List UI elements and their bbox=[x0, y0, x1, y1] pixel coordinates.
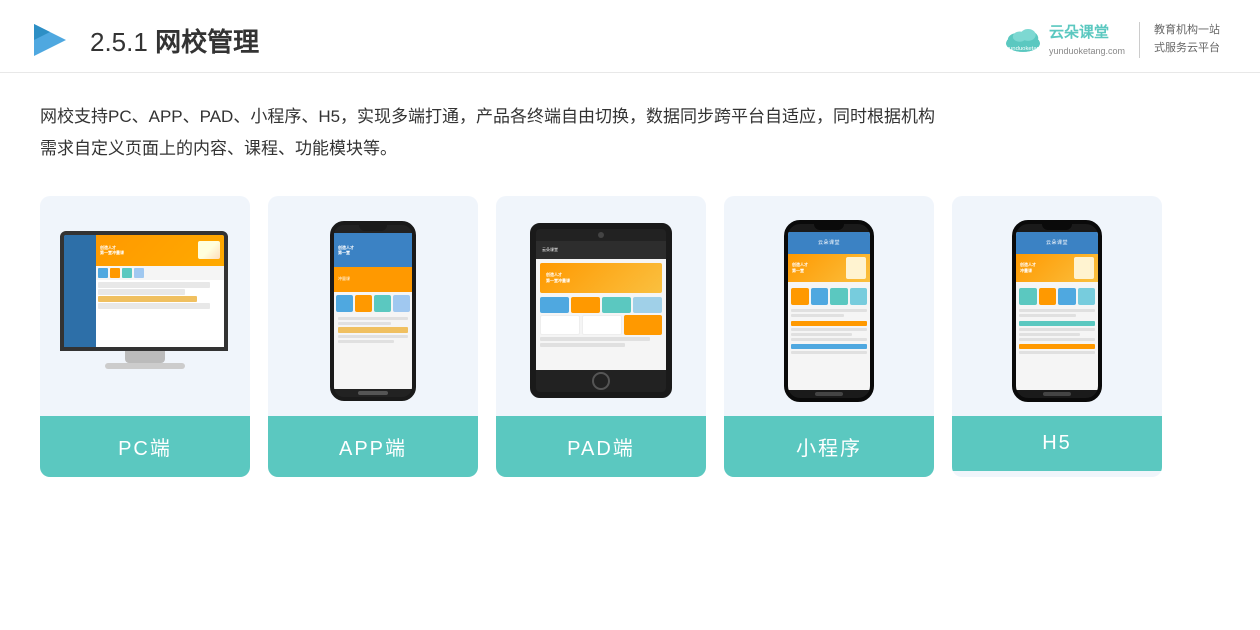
description-text: 网校支持PC、APP、PAD、小程序、H5，实现多端打通，产品各终端自由切换，数… bbox=[0, 73, 1260, 176]
card-app: 创造人才第一堂 冲量课 bbox=[268, 196, 478, 477]
card-pc-image: 创造人才第一堂冲量课 bbox=[40, 196, 250, 416]
mini-phone-mockup-2: 云朵课堂 创造人才冲量课 bbox=[1012, 220, 1102, 402]
app-phone-mockup: 创造人才第一堂 冲量课 bbox=[330, 221, 416, 401]
brand-divider bbox=[1139, 22, 1140, 58]
card-h5-label: H5 bbox=[952, 416, 1162, 471]
page: 2.5.1 网校管理 yunduoketang bbox=[0, 0, 1260, 630]
card-miniprogram-label: 小程序 bbox=[724, 416, 934, 477]
card-h5: 云朵课堂 创造人才冲量课 bbox=[952, 196, 1162, 477]
card-app-label: APP端 bbox=[268, 416, 478, 477]
svg-text:yunduoketang: yunduoketang bbox=[1006, 46, 1043, 52]
page-title: 2.5.1 网校管理 bbox=[90, 22, 259, 59]
pc-mockup: 创造人才第一堂冲量课 bbox=[60, 231, 230, 391]
card-h5-image: 云朵课堂 创造人才冲量课 bbox=[952, 196, 1162, 416]
card-pc: 创造人才第一堂冲量课 bbox=[40, 196, 250, 477]
logo-icon bbox=[30, 18, 74, 62]
cloud-icon: yunduoketang bbox=[1001, 24, 1045, 56]
header-right: yunduoketang 云朵课堂 yunduoketang.com 教育机构一… bbox=[1001, 22, 1220, 58]
card-app-image: 创造人才第一堂 冲量课 bbox=[268, 196, 478, 416]
card-pad-label: PAD端 bbox=[496, 416, 706, 477]
card-pc-label: PC端 bbox=[40, 416, 250, 477]
brand-logo: yunduoketang 云朵课堂 yunduoketang.com bbox=[1001, 22, 1125, 58]
header-left: 2.5.1 网校管理 bbox=[30, 18, 259, 62]
pad-mockup: 云朵课堂 创造人才第一堂冲量课 bbox=[530, 223, 672, 398]
card-miniprogram: 云朵课堂 创造人才第一堂 bbox=[724, 196, 934, 477]
card-pad-image: 云朵课堂 创造人才第一堂冲量课 bbox=[496, 196, 706, 416]
cards-section: 创造人才第一堂冲量课 bbox=[0, 176, 1260, 507]
brand-name-text: 云朵课堂 yunduoketang.com bbox=[1049, 22, 1125, 58]
mini-phone-mockup-1: 云朵课堂 创造人才第一堂 bbox=[784, 220, 874, 402]
brand-tagline: 教育机构一站 式服务云平台 bbox=[1154, 22, 1220, 57]
card-pad: 云朵课堂 创造人才第一堂冲量课 bbox=[496, 196, 706, 477]
card-miniprogram-image: 云朵课堂 创造人才第一堂 bbox=[724, 196, 934, 416]
header: 2.5.1 网校管理 yunduoketang bbox=[0, 0, 1260, 73]
